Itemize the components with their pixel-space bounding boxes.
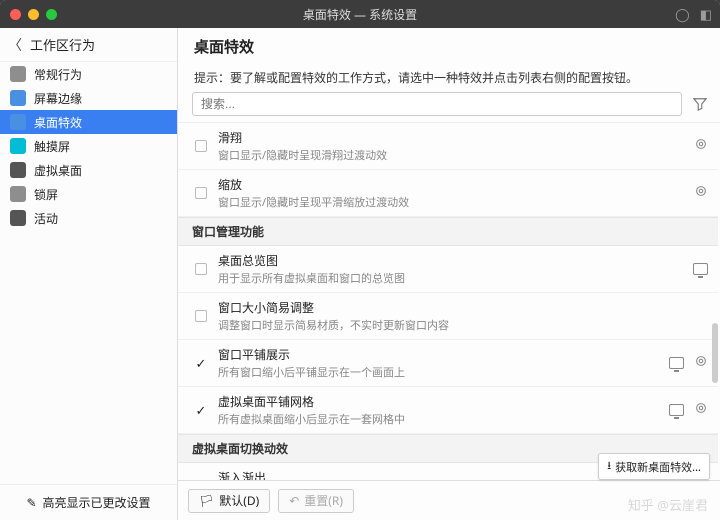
download-icon: ⭳ <box>607 457 611 476</box>
sidebar-item-5[interactable]: 锁屏 <box>0 182 177 206</box>
configure-icon[interactable] <box>694 137 708 155</box>
sidebar-item-label: 屏幕边缘 <box>34 90 82 107</box>
effect-row[interactable]: ✓ 虚拟桌面平铺网格所有虚拟桌面缩小后显示在一套网格中 <box>178 387 718 434</box>
breadcrumb-label: 工作区行为 <box>30 35 95 54</box>
reset-button[interactable]: ↶ 重置(R) <box>278 489 354 513</box>
effect-row[interactable]: 缩放窗口显示/隐藏时呈现平滑缩放过渡动效 <box>178 170 718 217</box>
effect-desc: 调整窗口时显示简易材质，不实时更新窗口内容 <box>218 317 700 333</box>
effect-title: 滑翔 <box>218 129 686 146</box>
window-title: 桌面特效 — 系统设置 <box>0 6 720 23</box>
gear-icon <box>10 66 26 82</box>
effect-desc: 所有窗口缩小后平铺显示在一个画面上 <box>218 364 661 380</box>
sidebar-item-6[interactable]: 活动 <box>0 206 177 230</box>
effect-title: 虚拟桌面平铺网格 <box>218 393 661 410</box>
checkbox-icon[interactable] <box>195 187 207 199</box>
sidebar-item-label: 活动 <box>34 210 58 227</box>
sidebar-item-label: 锁屏 <box>34 186 58 203</box>
menu-icon[interactable]: ◧ <box>700 5 712 23</box>
defaults-button[interactable]: 🏳 默认(D) <box>188 489 270 513</box>
effect-title: 窗口大小简易调整 <box>218 299 700 316</box>
group-header: 窗口管理功能 <box>178 217 718 246</box>
highlight-changed-label: 高亮显示已更改设置 <box>43 494 151 511</box>
footer-bar: ⭳ 获取新桌面特效... 🏳 默认(D) ↶ 重置(R) <box>178 480 720 520</box>
monitor-icon[interactable] <box>693 263 708 275</box>
monitor-icon[interactable] <box>669 404 684 416</box>
breadcrumb[interactable]: 〈 工作区行为 <box>0 28 177 62</box>
highlight-changed-button[interactable]: ✎ 高亮显示已更改设置 <box>0 484 177 520</box>
filter-button[interactable] <box>688 92 712 116</box>
touch-icon <box>10 138 26 154</box>
configure-icon[interactable] <box>694 401 708 419</box>
pencil-icon: ✎ <box>26 494 36 511</box>
get-new-effects-button[interactable]: ⭳ 获取新桌面特效... <box>598 453 710 480</box>
monitor-icon <box>10 90 26 106</box>
window-controls <box>10 9 57 20</box>
configure-icon[interactable] <box>694 184 708 202</box>
effect-desc: 所有虚拟桌面缩小后显示在一套网格中 <box>218 411 661 427</box>
effect-row[interactable]: 滑翔窗口显示/隐藏时呈现滑翔过渡动效 <box>178 123 718 170</box>
sidebar: 〈 工作区行为 常规行为屏幕边缘桌面特效触摸屏虚拟桌面锁屏活动 ✎ 高亮显示已更… <box>0 28 178 520</box>
check-icon[interactable]: ✓ <box>192 354 210 372</box>
minimize-icon[interactable] <box>28 9 39 20</box>
undo-icon: ↶ <box>289 492 299 509</box>
scrollbar[interactable] <box>712 323 718 383</box>
sidebar-item-label: 虚拟桌面 <box>34 162 82 179</box>
close-icon[interactable] <box>10 9 21 20</box>
checkbox-icon[interactable] <box>195 263 207 275</box>
sidebar-item-label: 桌面特效 <box>34 114 82 131</box>
check-icon[interactable]: ✓ <box>192 401 210 419</box>
funnel-icon <box>693 97 707 111</box>
effect-title: 窗口平铺展示 <box>218 346 661 363</box>
effect-row[interactable]: ✓ 窗口平铺展示所有窗口缩小后平铺显示在一个画面上 <box>178 340 718 387</box>
sidebar-item-label: 常规行为 <box>34 66 82 83</box>
settings-window: 桌面特效 — 系统设置 ◯ ◧ 〈 工作区行为 常规行为屏幕边缘桌面特效触摸屏虚… <box>0 0 720 520</box>
sidebar-item-4[interactable]: 虚拟桌面 <box>0 158 177 182</box>
lock-icon <box>10 186 26 202</box>
sidebar-item-label: 触摸屏 <box>34 138 70 155</box>
configure-icon[interactable] <box>694 354 708 372</box>
sidebar-item-3[interactable]: 触摸屏 <box>0 134 177 158</box>
monitor-icon[interactable] <box>669 357 684 369</box>
activities-icon <box>10 210 26 226</box>
effect-row[interactable]: 桌面总览图用于显示所有虚拟桌面和窗口的总览图 <box>178 246 718 293</box>
page-title: 桌面特效 <box>194 36 704 57</box>
effect-desc: 用于显示所有虚拟桌面和窗口的总览图 <box>218 270 685 286</box>
hint-text: 提示：要了解或配置特效的工作方式，请选中一种特效并点击列表右侧的配置按钮。 <box>178 63 720 92</box>
content-pane: 桌面特效 提示：要了解或配置特效的工作方式，请选中一种特效并点击列表右侧的配置按… <box>178 28 720 520</box>
monitor-icon <box>10 114 26 130</box>
titlebar: 桌面特效 — 系统设置 ◯ ◧ <box>0 0 720 28</box>
effect-title: 桌面总览图 <box>218 252 685 269</box>
checkbox-icon[interactable] <box>195 140 207 152</box>
effect-row[interactable]: 窗口大小简易调整调整窗口时显示简易材质，不实时更新窗口内容 <box>178 293 718 340</box>
effect-desc: 窗口显示/隐藏时呈现滑翔过渡动效 <box>218 147 686 163</box>
flag-icon: 🏳 <box>199 492 214 509</box>
help-icon[interactable]: ◯ <box>675 5 690 23</box>
sidebar-item-1[interactable]: 屏幕边缘 <box>0 86 177 110</box>
sidebar-item-0[interactable]: 常规行为 <box>0 62 177 86</box>
search-input[interactable] <box>192 92 682 116</box>
effects-list: 滑翔窗口显示/隐藏时呈现滑翔过渡动效缩放窗口显示/隐藏时呈现平滑缩放过渡动效窗口… <box>178 122 720 480</box>
effect-title: 缩放 <box>218 176 686 193</box>
maximize-icon[interactable] <box>46 9 57 20</box>
chevron-left-icon: 〈 <box>8 35 22 55</box>
checkbox-icon[interactable] <box>195 310 207 322</box>
effect-desc: 窗口显示/隐藏时呈现平滑缩放过渡动效 <box>218 194 686 210</box>
sidebar-item-2[interactable]: 桌面特效 <box>0 110 177 134</box>
grid-icon <box>10 162 26 178</box>
